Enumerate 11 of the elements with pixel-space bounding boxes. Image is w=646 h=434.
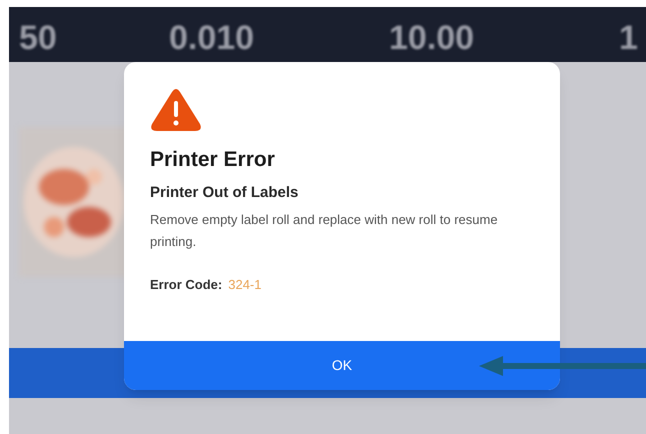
error-code-label: Error Code:: [150, 276, 222, 294]
error-code: 324-1: [228, 276, 262, 294]
dialog-message: Remove empty label roll and replace with new roll to resume printing.: [150, 211, 499, 251]
reading-value: 0.010: [169, 18, 254, 59]
warning-icon: [150, 88, 202, 132]
reading-value: 50: [19, 18, 57, 59]
dialog-title: Printer Error: [150, 147, 276, 173]
ok-button[interactable]: OK: [124, 341, 560, 390]
reading-value: 10.00: [389, 18, 474, 59]
dialog-subtitle: Printer Out of Labels: [150, 182, 300, 202]
reading-value: 1: [619, 18, 638, 59]
